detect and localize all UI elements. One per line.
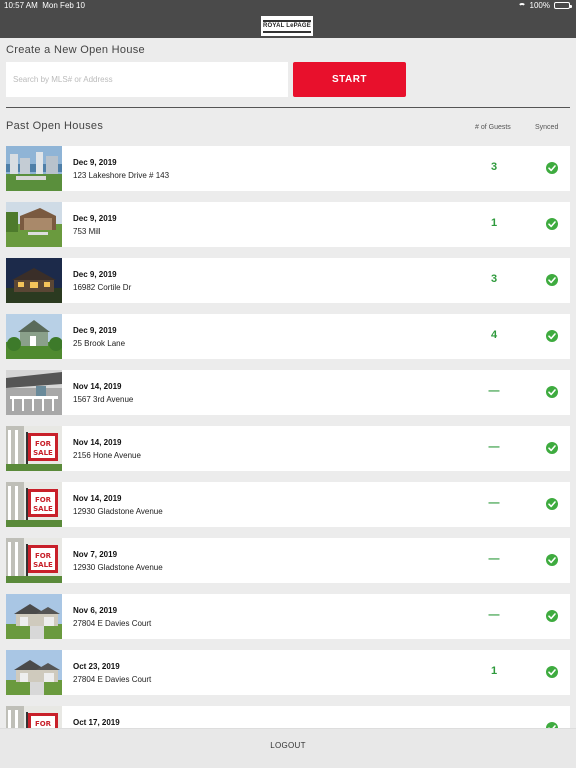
battery-icon bbox=[554, 2, 572, 9]
open-house-address: 2156 Hone Avenue bbox=[73, 451, 141, 460]
synced-check-icon bbox=[546, 666, 558, 678]
svg-text:SALE: SALE bbox=[33, 561, 53, 569]
property-thumbnail: FORSALE bbox=[6, 426, 62, 471]
property-thumbnail: FORSALE bbox=[6, 706, 62, 728]
open-house-date: Nov 14, 2019 bbox=[73, 494, 122, 503]
open-house-date: Nov 14, 2019 bbox=[73, 438, 122, 447]
svg-text:FOR: FOR bbox=[35, 440, 52, 448]
open-house-row[interactable]: Dec 9, 2019 123 Lakeshore Drive # 143 3 bbox=[6, 146, 570, 191]
open-house-address: 123 Lakeshore Drive # 143 bbox=[73, 171, 170, 180]
open-house-row[interactable]: Dec 9, 2019 753 Mill 1 bbox=[6, 202, 570, 247]
open-house-row[interactable]: FOR SALE Nov 7, 2019 12930 Gladstone Avenue… bbox=[6, 538, 570, 583]
open-house-row[interactable]: Dec 9, 2019 16982 Cortile Dr 3 bbox=[6, 258, 570, 303]
property-thumbnail bbox=[6, 202, 62, 247]
open-house-address: 27804 E Davies Court bbox=[73, 619, 152, 628]
open-house-row[interactable]: FOR SALE Nov 14, 2019 2156 Hone Avenue — bbox=[6, 426, 570, 471]
open-house-date: Nov 6, 2019 bbox=[73, 606, 118, 615]
property-thumbnail bbox=[6, 314, 62, 359]
guest-count: 3 bbox=[490, 161, 498, 173]
guest-count: — bbox=[488, 497, 500, 509]
property-thumbnail: FORSALE bbox=[6, 538, 62, 583]
guest-count: — bbox=[488, 609, 500, 621]
start-button[interactable]: START bbox=[293, 62, 406, 97]
property-thumbnail bbox=[6, 258, 62, 303]
open-house-row[interactable]: Nov 6, 2019 27804 E Davies Court — bbox=[6, 594, 570, 639]
guest-count: 1 bbox=[490, 665, 498, 677]
guest-count: — bbox=[488, 385, 500, 397]
guest-count: 1 bbox=[490, 217, 498, 229]
battery-percent: 100% bbox=[529, 1, 550, 10]
royal-lepage-logo: ROYAL LePAGE bbox=[261, 16, 313, 36]
divider bbox=[6, 107, 570, 108]
wifi-icon bbox=[517, 2, 526, 9]
app-header: ROYAL LePAGE bbox=[0, 12, 576, 38]
open-house-row[interactable]: FORSALE Oct 17, 2019 bbox=[6, 706, 570, 728]
open-house-address: 27804 E Davies Court bbox=[73, 675, 152, 684]
open-house-row[interactable]: Nov 14, 2019 1567 3rd Avenue — bbox=[6, 370, 570, 415]
status-right: 100% bbox=[517, 1, 572, 10]
open-house-date: Oct 17, 2019 bbox=[73, 718, 120, 727]
open-house-address: 25 Brook Lane bbox=[73, 339, 126, 348]
open-house-address: 12930 Gladstone Avenue bbox=[73, 507, 163, 516]
synced-check-icon bbox=[546, 386, 558, 398]
open-house-date: Dec 9, 2019 bbox=[73, 270, 117, 279]
guest-count: 3 bbox=[490, 273, 498, 285]
open-house-row[interactable]: FOR SALE Nov 14, 2019 12930 Gladstone Avenu… bbox=[6, 482, 570, 527]
property-thumbnail bbox=[6, 594, 62, 639]
open-house-row[interactable]: Dec 9, 2019 25 Brook Lane 4 bbox=[6, 314, 570, 359]
open-house-address: 12930 Gladstone Avenue bbox=[73, 563, 163, 572]
svg-text:SALE: SALE bbox=[33, 505, 53, 513]
status-time-date: 10:57 AM Mon Feb 10 bbox=[4, 1, 85, 10]
open-house-date: Dec 9, 2019 bbox=[73, 158, 117, 167]
open-house-list[interactable]: Dec 9, 2019 123 Lakeshore Drive # 143 3 Dec… bbox=[0, 146, 576, 728]
property-thumbnail: FORSALE bbox=[6, 482, 62, 527]
past-section-title: Past Open Houses bbox=[6, 120, 104, 132]
footer-bar: LOGOUT bbox=[0, 728, 576, 768]
synced-column-header: Synced bbox=[535, 124, 559, 131]
synced-check-icon bbox=[546, 554, 558, 566]
logo-text: ROYAL LePAGE bbox=[263, 22, 311, 29]
open-house-date: Dec 9, 2019 bbox=[73, 326, 117, 335]
property-thumbnail bbox=[6, 650, 62, 695]
open-house-address: 1567 3rd Avenue bbox=[73, 395, 134, 404]
guest-count: — bbox=[488, 441, 500, 453]
open-house-date: Oct 23, 2019 bbox=[73, 662, 120, 671]
open-house-address: 753 Mill bbox=[73, 227, 101, 236]
synced-check-icon bbox=[546, 442, 558, 454]
synced-check-icon bbox=[546, 162, 558, 174]
create-section-title: Create a New Open House bbox=[6, 44, 145, 56]
property-thumbnail bbox=[6, 146, 62, 191]
search-input[interactable] bbox=[6, 62, 288, 97]
svg-text:FOR: FOR bbox=[35, 552, 52, 560]
synced-check-icon bbox=[546, 610, 558, 622]
synced-check-icon bbox=[546, 330, 558, 342]
open-house-date: Dec 9, 2019 bbox=[73, 214, 117, 223]
open-house-row[interactable]: Oct 23, 2019 27804 E Davies Court 1 bbox=[6, 650, 570, 695]
open-house-address: 16982 Cortile Dr bbox=[73, 283, 132, 292]
open-house-date: Nov 7, 2019 bbox=[73, 550, 118, 559]
synced-check-icon bbox=[546, 274, 558, 286]
svg-text:FOR: FOR bbox=[35, 496, 52, 504]
logout-button[interactable]: LOGOUT bbox=[248, 741, 328, 750]
guests-column-header: # of Guests bbox=[475, 124, 511, 131]
guest-count: — bbox=[488, 553, 500, 565]
open-house-date: Nov 14, 2019 bbox=[73, 382, 122, 391]
property-thumbnail bbox=[6, 370, 62, 415]
svg-text:SALE: SALE bbox=[33, 449, 53, 457]
synced-check-icon bbox=[546, 498, 558, 510]
status-bar: 10:57 AM Mon Feb 10 100% bbox=[0, 0, 576, 12]
svg-text:FOR: FOR bbox=[35, 720, 52, 728]
synced-check-icon bbox=[546, 218, 558, 230]
guest-count: 4 bbox=[490, 329, 498, 341]
